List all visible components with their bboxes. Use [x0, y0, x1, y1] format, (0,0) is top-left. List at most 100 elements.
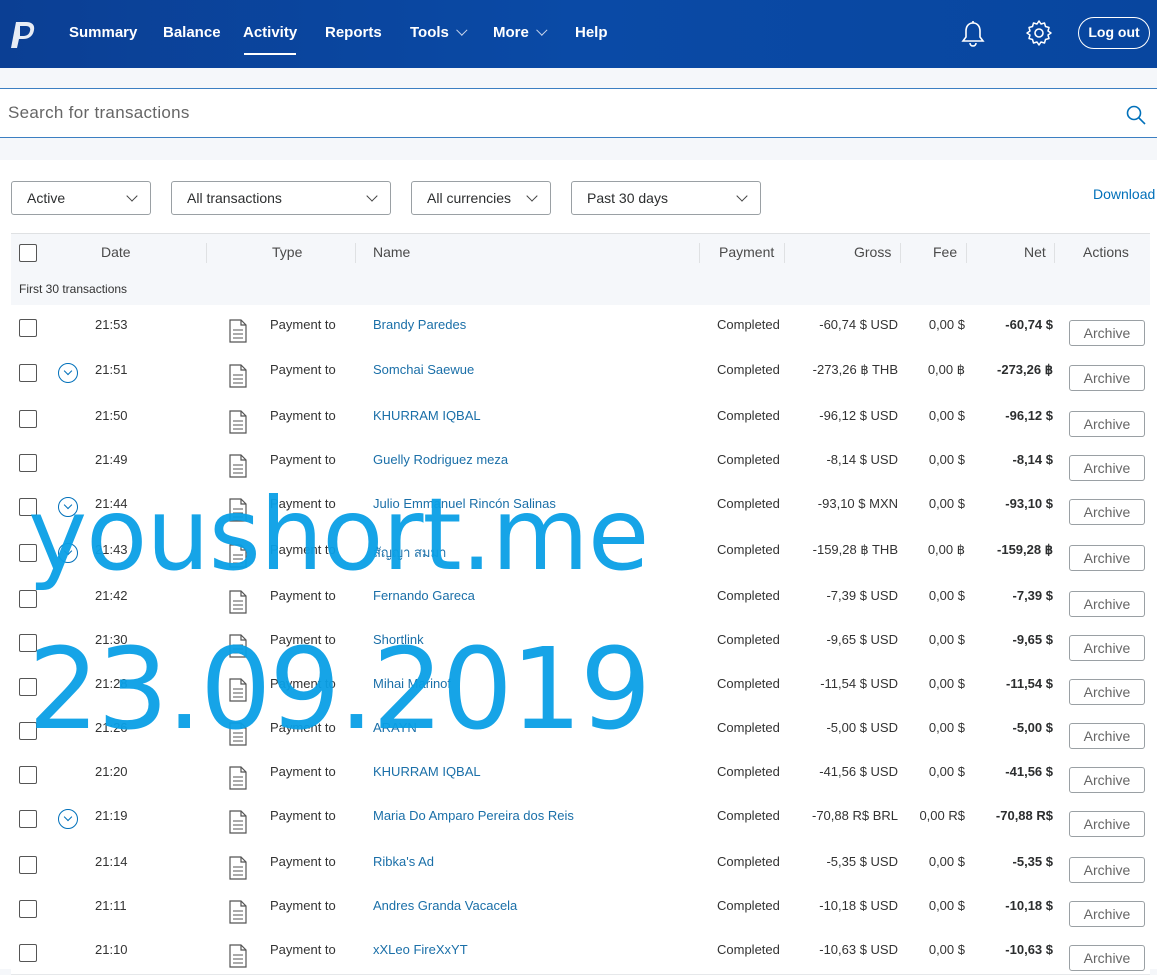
transaction-type: Payment to [270, 764, 336, 779]
period-filter-dropdown[interactable]: Past 30 days [571, 181, 761, 215]
archive-button[interactable]: Archive [1069, 365, 1145, 391]
currency-filter-dropdown[interactable]: All currencies [411, 181, 551, 215]
status-filter-dropdown[interactable]: Active [11, 181, 151, 215]
transaction-name-link[interactable]: KHURRAM IQBAL [373, 764, 481, 779]
watermark-date: 23.09.2019 [28, 625, 651, 755]
row-checkbox[interactable] [19, 900, 37, 918]
nav-reports[interactable]: Reports [325, 24, 382, 41]
expand-row-icon[interactable] [58, 809, 78, 829]
nav-tools[interactable]: Tools [410, 24, 468, 41]
search-icon[interactable] [1126, 105, 1146, 125]
transaction-type: Payment to [270, 362, 336, 377]
table-row[interactable]: 21:10 Payment to xXLeo FireXxYT Completed -1… [11, 930, 1150, 975]
row-checkbox[interactable] [19, 944, 37, 962]
transaction-name-link[interactable]: Andres Granda Vacacela [373, 898, 517, 913]
notification-bell-icon[interactable] [960, 20, 986, 48]
fee-amount: 0,00 $ [928, 496, 965, 511]
column-divider [699, 243, 700, 263]
archive-button[interactable]: Archive [1069, 857, 1145, 883]
document-icon [229, 900, 247, 924]
net-amount: -11,54 $ [1006, 676, 1053, 691]
archive-button[interactable]: Archive [1069, 320, 1145, 346]
archive-button[interactable]: Archive [1069, 723, 1145, 749]
row-checkbox[interactable] [19, 856, 37, 874]
nav-help[interactable]: Help [575, 24, 608, 41]
table-row[interactable]: 21:53 Payment to Brandy Paredes Completed -6… [11, 305, 1150, 351]
row-checkbox[interactable] [19, 319, 37, 337]
row-checkbox[interactable] [19, 810, 37, 828]
transaction-name-link[interactable]: Brandy Paredes [373, 317, 466, 332]
archive-button[interactable]: Archive [1069, 811, 1145, 837]
gross-amount: -8,14 $ USD [826, 452, 898, 467]
net-amount: -10,63 $ [1005, 942, 1053, 957]
table-row[interactable]: 21:51 Payment to Somchai Saewue Completed -2… [11, 350, 1150, 397]
payment-status: Completed [717, 408, 780, 423]
fee-amount: 0,00 $ [928, 764, 965, 779]
archive-button[interactable]: Archive [1069, 499, 1145, 525]
transaction-name-link[interactable]: KHURRAM IQBAL [373, 408, 481, 423]
net-amount: -96,12 $ [1005, 408, 1053, 423]
search-bar [0, 88, 1157, 138]
column-header-payment: Payment [719, 244, 775, 260]
row-checkbox[interactable] [19, 410, 37, 428]
transaction-name-link[interactable]: Guelly Rodriguez meza [373, 452, 508, 467]
archive-button[interactable]: Archive [1069, 635, 1145, 661]
search-input[interactable] [0, 89, 1110, 137]
gross-amount: -60,74 $ USD [819, 317, 898, 332]
fee-amount: 0,00 $ [928, 676, 965, 691]
nav-balance[interactable]: Balance [163, 24, 221, 41]
payment-status: Completed [717, 362, 780, 377]
table-row[interactable]: 21:11 Payment to Andres Granda Vacacela Com… [11, 886, 1150, 931]
archive-button[interactable]: Archive [1069, 901, 1145, 927]
net-amount: -93,10 $ [1005, 496, 1053, 511]
gross-amount: -7,39 $ USD [826, 588, 898, 603]
table-row[interactable]: 21:50 Payment to KHURRAM IQBAL Completed -96… [11, 396, 1150, 441]
row-checkbox[interactable] [19, 454, 37, 472]
column-header-date[interactable]: Date [101, 244, 131, 260]
payment-status: Completed [717, 854, 780, 869]
transactions-filter-dropdown[interactable]: All transactions [171, 181, 391, 215]
nav-summary[interactable]: Summary [69, 24, 137, 41]
transaction-name-link[interactable]: Somchai Saewue [373, 362, 474, 377]
nav-more[interactable]: More [493, 24, 548, 41]
archive-button[interactable]: Archive [1069, 767, 1145, 793]
nav-tools-label: Tools [410, 24, 449, 41]
column-divider [355, 243, 356, 263]
payment-status: Completed [717, 942, 780, 957]
currency-filter-value: All currencies [427, 190, 512, 206]
transaction-time: 21:53 [95, 317, 128, 332]
column-header-type: Type [272, 244, 303, 260]
transaction-name-link[interactable]: xXLeo FireXxYT [373, 942, 468, 957]
settings-gear-icon[interactable] [1025, 19, 1053, 47]
logout-button[interactable]: Log out [1078, 17, 1150, 49]
nav-activity[interactable]: Activity [243, 24, 297, 41]
payment-status: Completed [717, 676, 780, 691]
archive-button[interactable]: Archive [1069, 679, 1145, 705]
document-icon [229, 856, 247, 880]
row-checkbox[interactable] [19, 364, 37, 382]
archive-button[interactable]: Archive [1069, 545, 1145, 571]
transaction-name-link[interactable]: Maria Do Amparo Pereira dos Reis [373, 808, 574, 823]
transaction-name-link[interactable]: Ribka's Ad [373, 854, 434, 869]
table-row[interactable]: 21:19 Payment to Maria Do Amparo Pereira d… [11, 796, 1150, 843]
fee-amount: 0,00 $ [928, 588, 965, 603]
payment-status: Completed [717, 720, 780, 735]
payment-status: Completed [717, 542, 780, 557]
download-link[interactable]: Download [1093, 186, 1155, 202]
transaction-type: Payment to [270, 942, 336, 957]
gross-amount: -96,12 $ USD [819, 408, 898, 423]
select-all-checkbox[interactable] [19, 244, 37, 262]
transaction-type: Payment to [270, 898, 336, 913]
table-row[interactable]: 21:14 Payment to Ribka's Ad Completed -5,35 … [11, 842, 1150, 887]
transactions-filter-value: All transactions [187, 190, 282, 206]
archive-button[interactable]: Archive [1069, 945, 1145, 971]
archive-button[interactable]: Archive [1069, 591, 1145, 617]
archive-button[interactable]: Archive [1069, 455, 1145, 481]
expand-row-icon[interactable] [58, 363, 78, 383]
table-row[interactable]: 21:20 Payment to KHURRAM IQBAL Completed -41… [11, 752, 1150, 797]
column-divider [900, 243, 901, 263]
paypal-logo-icon[interactable] [10, 20, 38, 50]
row-checkbox[interactable] [19, 766, 37, 784]
column-divider [784, 243, 785, 263]
archive-button[interactable]: Archive [1069, 411, 1145, 437]
